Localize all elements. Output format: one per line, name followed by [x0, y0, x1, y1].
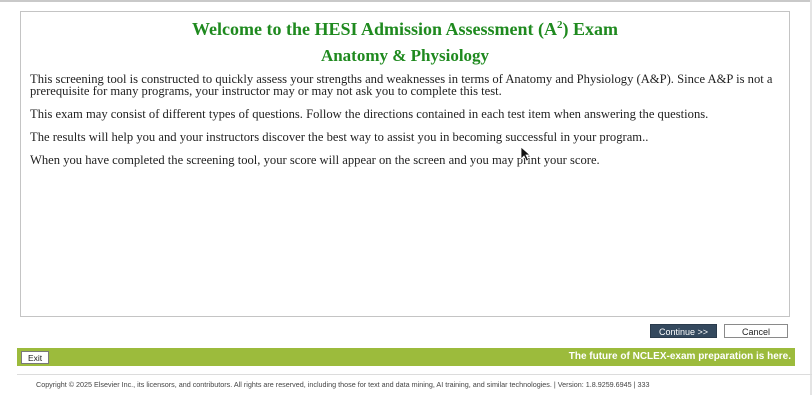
continue-button[interactable]: Continue >>	[650, 324, 717, 338]
instruction-paragraph: The results will help you and your instr…	[30, 130, 649, 144]
page-title: Welcome to the HESI Admission Assessment…	[21, 18, 789, 40]
footer-divider	[17, 374, 812, 375]
instruction-paragraph: This screening tool is constructed to qu…	[30, 72, 773, 98]
title-suffix: ) Exam	[562, 19, 619, 39]
footer: Copyright © 2025 Elsevier Inc., its lice…	[36, 380, 650, 390]
mouse-pointer-icon	[520, 146, 532, 162]
instructions-panel: Welcome to the HESI Admission Assessment…	[20, 11, 790, 317]
instructions-text: This screening tool is constructed to qu…	[30, 73, 777, 177]
bottom-banner: Exit The future of NCLEX-exam preparatio…	[17, 348, 795, 366]
footer-version: | Version: 1.8.9259.6945 | 333	[553, 380, 650, 389]
exam-intro-page: Welcome to the HESI Admission Assessment…	[0, 0, 812, 395]
banner-tagline: The future of NCLEX-exam preparation is …	[568, 351, 791, 362]
title-prefix: Welcome to the HESI Admission Assessment…	[191, 19, 557, 39]
instruction-paragraph: This exam may consist of different types…	[30, 107, 709, 121]
cancel-button[interactable]: Cancel	[724, 324, 788, 338]
page-subtitle: Anatomy & Physiology	[320, 46, 490, 65]
exit-button[interactable]: Exit	[21, 351, 49, 364]
instruction-paragraph: When you have completed the screening to…	[30, 153, 600, 167]
footer-copyright: Copyright © 2025 Elsevier Inc., its lice…	[36, 380, 552, 389]
top-divider	[0, 0, 812, 2]
